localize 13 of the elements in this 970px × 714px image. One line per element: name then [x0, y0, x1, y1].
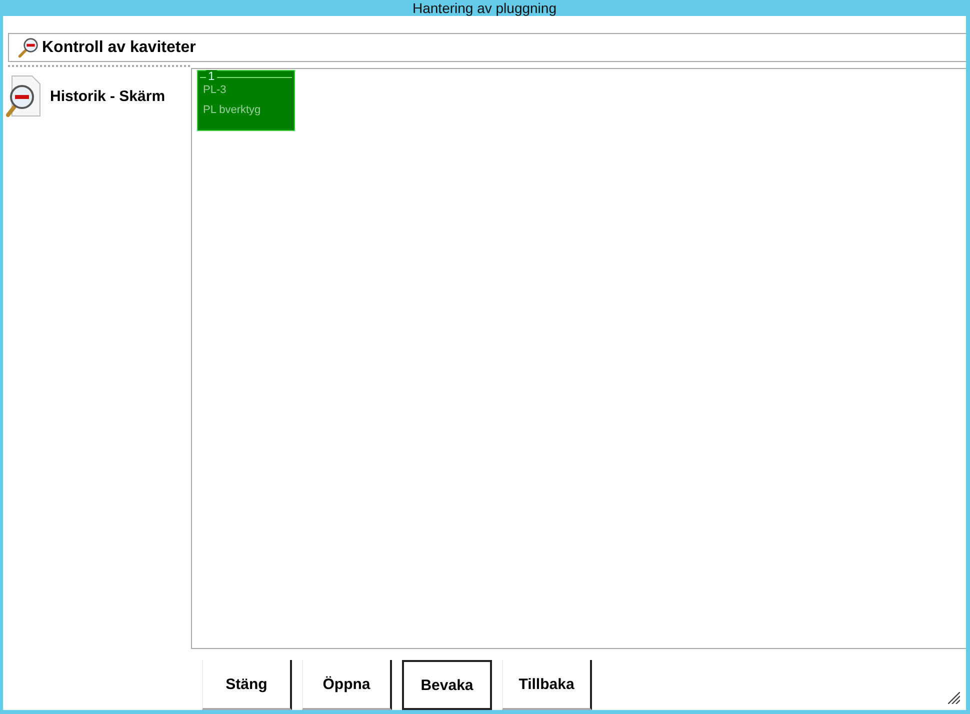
magnifier-icon: [17, 36, 39, 58]
sidebar-item[interactable]: Historik - Skärm: [4, 67, 191, 117]
tile-name: PL bverktyg: [203, 104, 262, 116]
action-button[interactable]: Bevaka: [402, 660, 492, 710]
action-button[interactable]: Stäng: [202, 660, 292, 710]
tile-code: PL-3: [203, 84, 228, 96]
header-title: Kontroll av kaviteter: [42, 38, 196, 56]
resize-grip-icon[interactable]: [948, 692, 960, 704]
cavity-tile[interactable]: 1 PL-3 PL bverktyg: [197, 70, 295, 131]
window-title: Hantering av pluggning: [412, 0, 558, 16]
action-button[interactable]: Tillbaka: [502, 660, 592, 710]
tile-number: 1: [206, 70, 217, 83]
action-button[interactable]: Öppna: [302, 660, 392, 710]
